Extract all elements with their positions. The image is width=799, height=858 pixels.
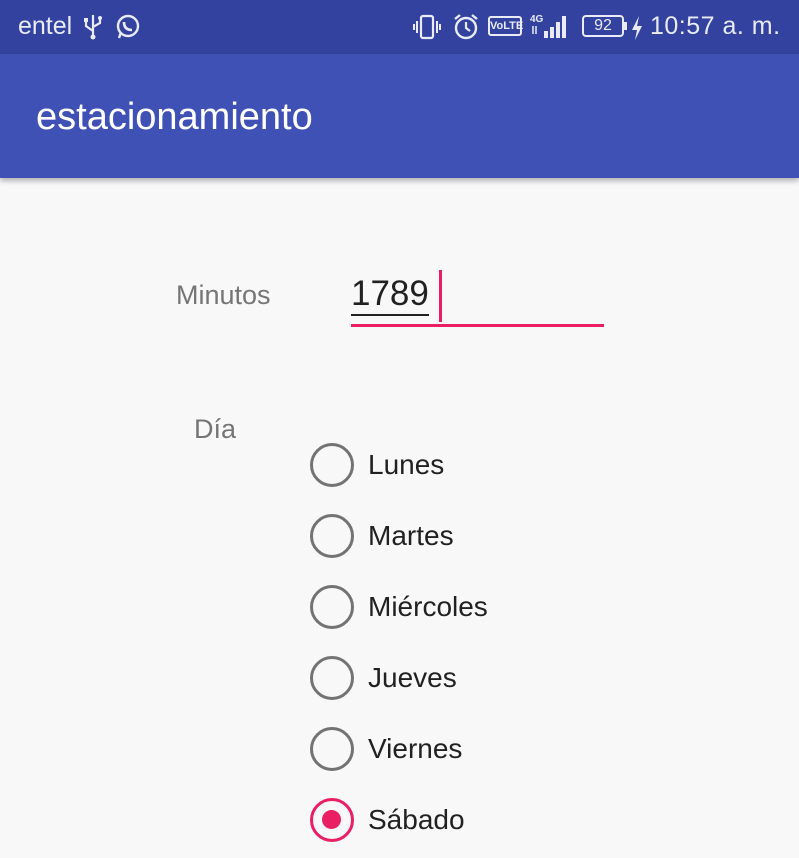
battery-icon: 92 [582, 15, 624, 37]
whatsapp-icon [114, 13, 142, 46]
radio-button-icon[interactable] [310, 585, 354, 629]
radio-label[interactable]: Miércoles [368, 591, 488, 623]
clock: 10:57 a. m. [650, 12, 781, 40]
vibrate-icon [412, 13, 442, 46]
charging-bolt-icon [630, 14, 644, 47]
radio-label[interactable]: Sábado [368, 804, 465, 836]
radio-jueves[interactable]: Jueves [308, 653, 568, 703]
radio-martes[interactable]: Martes [308, 511, 568, 561]
day-label: Día [194, 414, 237, 444]
radio-lunes[interactable]: Lunes [308, 440, 568, 490]
radio-miercoles[interactable]: Miércoles [308, 582, 568, 632]
battery-tip [624, 22, 627, 30]
carrier-name: entel [18, 12, 73, 40]
radio-label[interactable]: Viernes [368, 733, 462, 765]
radio-sabado[interactable]: Sábado [308, 795, 568, 845]
radio-button-icon[interactable] [310, 727, 354, 771]
radio-label[interactable]: Martes [368, 520, 454, 552]
radio-label[interactable]: Lunes [368, 449, 444, 481]
radio-button-icon[interactable] [310, 656, 354, 700]
usb-icon [82, 13, 104, 46]
minutes-label: Minutos [176, 280, 271, 310]
volte-icon: VoLTE [488, 16, 523, 36]
status-bar: entel VoLTE 4G 92 10:57 a. m. [0, 0, 799, 54]
minutes-value[interactable]: 1789 [351, 274, 429, 316]
radio-button-icon[interactable] [310, 514, 354, 558]
alarm-icon [452, 13, 480, 46]
radio-label[interactable]: Jueves [368, 662, 457, 694]
radio-button-icon[interactable] [310, 443, 354, 487]
network-type-label: 4G [530, 14, 544, 25]
radio-button-checked-icon[interactable] [310, 798, 354, 842]
minutes-input[interactable]: 1789 [351, 270, 604, 330]
radio-dot [322, 810, 341, 829]
app-title: estacionamiento [36, 96, 313, 138]
input-underline [351, 324, 604, 327]
signal-icon: 4G [530, 12, 572, 45]
app-bar: estacionamiento [0, 54, 799, 178]
radio-viernes[interactable]: Viernes [308, 724, 568, 774]
text-cursor [439, 270, 442, 322]
